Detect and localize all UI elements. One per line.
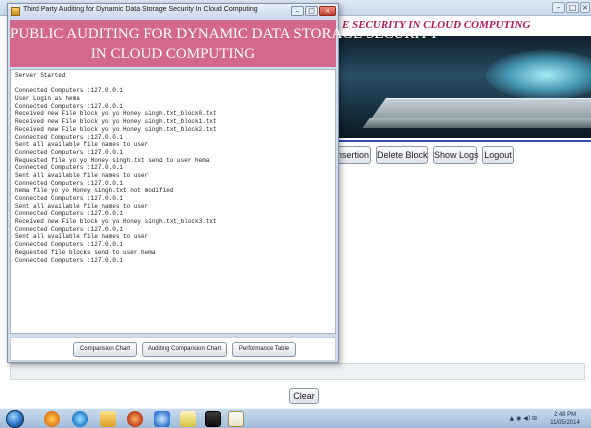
- dialog-title: Third Party Auditing for Dynamic Data St…: [23, 6, 258, 13]
- performance-table-button[interactable]: Performance Table: [232, 342, 296, 357]
- explorer-folder-icon[interactable]: [100, 411, 116, 427]
- firefox-icon[interactable]: [127, 411, 143, 427]
- maximize-icon[interactable]: □: [305, 6, 318, 16]
- log-line: Connected Computers :127.0.0.1: [15, 148, 124, 156]
- log-line: Server Started: [15, 72, 66, 79]
- status-panel: [10, 363, 585, 380]
- dialog-heading: PUBLIC AUDITING FOR DYNAMIC DATA STORAGE…: [10, 20, 440, 67]
- auditing-comparision-chart-button[interactable]: Auditing Comparision Chart: [142, 342, 227, 357]
- java-app-icon: [11, 7, 20, 16]
- heading-line-1: PUBLIC AUDITING FOR DYNAMIC DATA STORAGE…: [10, 26, 440, 42]
- heading-line-2: IN CLOUD COMPUTING: [90, 46, 256, 62]
- dialog-titlebar[interactable]: Third Party Auditing for Dynamic Data St…: [8, 4, 338, 19]
- dialog-button-bar: Comparision Chart Auditing Comparision C…: [10, 337, 336, 361]
- clock-date: 11/05/2014: [550, 420, 580, 426]
- log-line: Connected Computers :127.0.0.1: [15, 256, 124, 264]
- audit-server-window: Third Party Auditing for Dynamic Data St…: [7, 3, 440, 363]
- server-log-textarea[interactable]: Server Started Connected Computers :127.0…: [10, 69, 336, 334]
- windows-player-icon[interactable]: [154, 411, 170, 427]
- log-line: Connected Computers :127.0.0.1: [15, 241, 124, 249]
- show-logs-button[interactable]: Show Logs: [433, 146, 479, 164]
- log-line: Received new File block yo yo Honey sing…: [15, 125, 217, 133]
- log-line: User Login as hema: [15, 95, 80, 103]
- log-line: Connected Computers :127.0.0.1: [15, 102, 124, 110]
- log-line: Sent all available file names to user: [15, 202, 149, 210]
- log-line: Received new File block yo yo Honey sing…: [15, 118, 217, 126]
- log-line: Connected Computers :127.0.0.1: [15, 179, 124, 187]
- header-divider: [336, 140, 591, 142]
- maximize-icon[interactable]: □: [566, 2, 579, 13]
- minimize-icon[interactable]: –: [291, 6, 304, 16]
- java-app-taskbar-icon[interactable]: [228, 411, 244, 427]
- comparision-chart-button[interactable]: Comparision Chart: [73, 342, 137, 357]
- log-line: Sent all available file names to user: [15, 171, 149, 179]
- logout-button[interactable]: Logout: [482, 146, 514, 164]
- desktop-screen: – □ × E SECURITY IN CLOUD COMPUTING nser…: [0, 0, 591, 428]
- banner-glow: [486, 50, 591, 100]
- log-line: Received new File block yo yo Honey sing…: [15, 110, 217, 118]
- log-line: Requested file blocks send to user hema: [15, 248, 156, 256]
- log-line: Requested file yo yo Honey singh.txt sen…: [15, 156, 210, 164]
- internet-explorer-icon[interactable]: [72, 411, 88, 427]
- minimize-icon[interactable]: –: [552, 2, 565, 13]
- log-line: Sent all available file names to user: [15, 141, 149, 149]
- log-line: Connected Computers :127.0.0.1: [15, 195, 124, 202]
- start-button-icon[interactable]: [6, 410, 24, 428]
- notes-icon[interactable]: [180, 411, 196, 427]
- media-player-icon[interactable]: [44, 411, 60, 427]
- insertion-button[interactable]: nsertion: [336, 146, 371, 164]
- log-line: Connected Computers :127.0.0.1: [15, 164, 124, 172]
- close-icon[interactable]: ×: [319, 6, 336, 16]
- command-prompt-icon[interactable]: [205, 411, 221, 427]
- clock[interactable]: 2:48 PM 11/05/2014: [543, 411, 587, 427]
- log-line: Sent all available file names to user: [15, 233, 149, 241]
- log-line: Connected Computers :127.0.0.1: [15, 133, 124, 141]
- log-line: hema file yo yo Honey singh.txt not modi…: [15, 187, 174, 195]
- clock-time: 2:48 PM: [553, 412, 577, 418]
- banner-tray-shadow: [362, 118, 591, 128]
- log-line: Connected Computers :127.0.0.1: [15, 225, 124, 233]
- delete-block-button[interactable]: Delete Block: [376, 146, 428, 164]
- taskbar: ▲ ◉ ◀) ⊞ 2:48 PM 11/05/2014: [0, 408, 591, 428]
- tray-icons: ▲ ◉ ◀) ⊞: [509, 415, 537, 422]
- log-line: Connected Computers :127.0.0.1: [15, 210, 124, 218]
- close-icon[interactable]: ×: [580, 2, 590, 13]
- log-line: Connected Computers :127.0.0.1: [15, 87, 124, 95]
- clear-button[interactable]: Clear: [289, 388, 319, 404]
- log-line: Received new File block yo yo Honey sing…: [15, 218, 217, 226]
- cloud-banner-image: [336, 36, 591, 138]
